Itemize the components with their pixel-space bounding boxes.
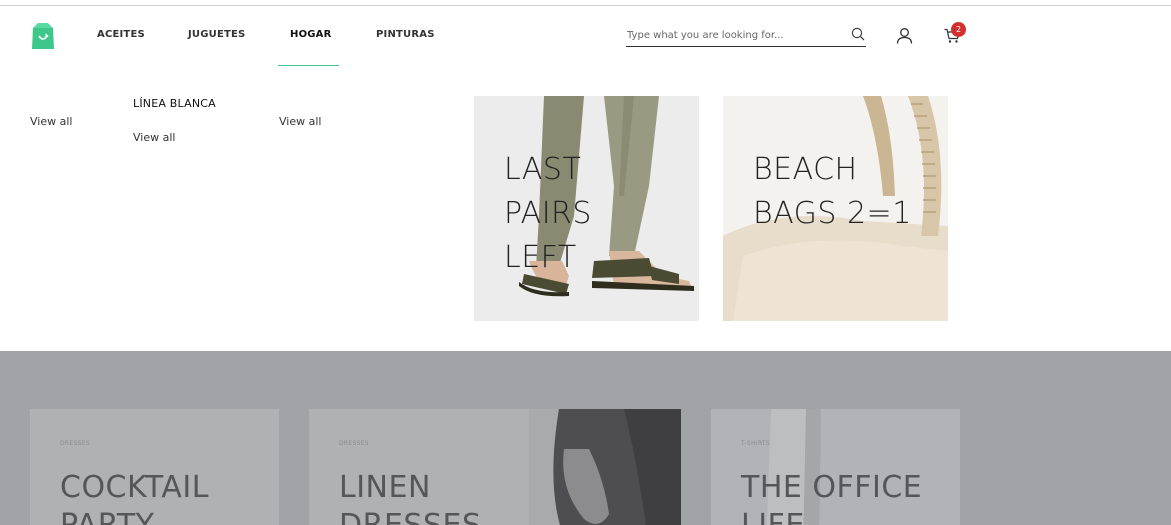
category-heading-linea-blanca[interactable]: LÍNEA BLANCA — [133, 97, 216, 110]
search-bar — [626, 25, 866, 47]
card-title: LINEN DRESSES — [339, 470, 481, 525]
nav-item-hogar[interactable]: HOGAR — [290, 29, 332, 40]
view-all-link-col1[interactable]: View all — [30, 115, 72, 128]
card-category: DRESSES — [60, 440, 90, 447]
shopping-bag-icon[interactable] — [30, 23, 56, 49]
nav-item-juguetes[interactable]: JUGUETES — [188, 29, 245, 40]
page-overlay[interactable]: DRESSES COCKTAIL PARTY DRESSES LINEN DRE… — [0, 351, 1171, 525]
card-linen-dresses[interactable]: DRESSES LINEN DRESSES — [309, 409, 681, 525]
promo-title-last-pairs: LAST PAIRS LEFT — [504, 152, 592, 275]
search-icon[interactable] — [851, 27, 865, 41]
model-photo — [529, 409, 681, 525]
promo-last-pairs[interactable]: LAST PAIRS LEFT — [474, 96, 699, 321]
card-cocktail-party[interactable]: DRESSES COCKTAIL PARTY — [30, 409, 279, 525]
card-category: T-SHIRTS — [741, 440, 770, 447]
view-all-link-col2[interactable]: View all — [133, 131, 175, 144]
promo-title-beach-bags: BEACH BAGS 2=1 — [753, 152, 912, 231]
search-input[interactable] — [627, 27, 842, 43]
card-title: COCKTAIL PARTY — [60, 470, 209, 525]
card-category: DRESSES — [339, 440, 369, 447]
view-all-link-col3[interactable]: View all — [279, 115, 321, 128]
nav-item-pinturas[interactable]: PINTURAS — [376, 29, 435, 40]
nav-item-aceites[interactable]: ACEITES — [97, 29, 145, 40]
cart-count-badge: 2 — [951, 22, 966, 37]
card-office-life[interactable]: T-SHIRTS THE OFFICE LIFE — [711, 409, 960, 525]
top-border — [0, 0, 1171, 6]
card-title: THE OFFICE LIFE — [741, 470, 923, 525]
active-nav-indicator — [278, 65, 339, 66]
user-icon[interactable] — [896, 27, 913, 44]
promo-beach-bags[interactable]: BEACH BAGS 2=1 — [723, 96, 948, 321]
